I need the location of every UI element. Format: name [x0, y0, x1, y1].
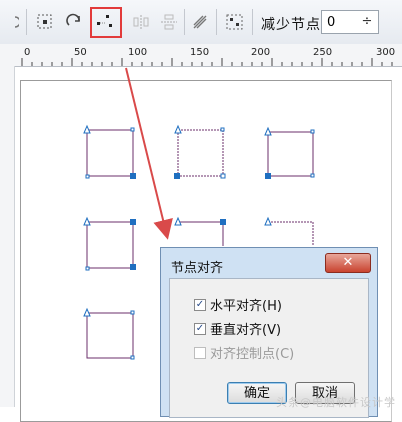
vertical-align-option[interactable]: ✓ 垂直对齐(V)	[194, 319, 281, 338]
horizontal-align-label: 水平对齐(H)	[210, 299, 282, 314]
square-shape[interactable]	[174, 124, 226, 179]
square-shape[interactable]	[83, 124, 136, 179]
square-shape[interactable]	[264, 126, 315, 179]
horizontal-align-option[interactable]: ✓ 水平对齐(H)	[194, 295, 282, 314]
square-shape[interactable]	[83, 307, 135, 360]
dialog-title: 节点对齐	[171, 261, 224, 276]
square-shape[interactable]	[264, 216, 314, 246]
checkbox-checked-icon[interactable]: ✓	[194, 298, 206, 311]
checkbox-unchecked-icon	[194, 346, 206, 359]
watermark: 头条@电脑软件设计学	[276, 396, 396, 409]
align-control-points-label: 对齐控制点(C)	[210, 347, 295, 362]
annotation-arrow	[125, 67, 173, 240]
square-shape[interactable]	[174, 216, 226, 246]
close-button[interactable]: ✕	[325, 253, 371, 273]
align-nodes-dialog: 节点对齐 ✕ ✓ 水平对齐(H) ✓ 垂直对齐(V) 对齐控制点(C) 确定 取…	[160, 247, 378, 418]
vertical-align-label: 垂直对齐(V)	[210, 323, 282, 338]
align-control-points-option: 对齐控制点(C)	[194, 343, 294, 362]
checkbox-checked-icon[interactable]: ✓	[194, 322, 206, 335]
square-shape[interactable]	[83, 216, 136, 271]
